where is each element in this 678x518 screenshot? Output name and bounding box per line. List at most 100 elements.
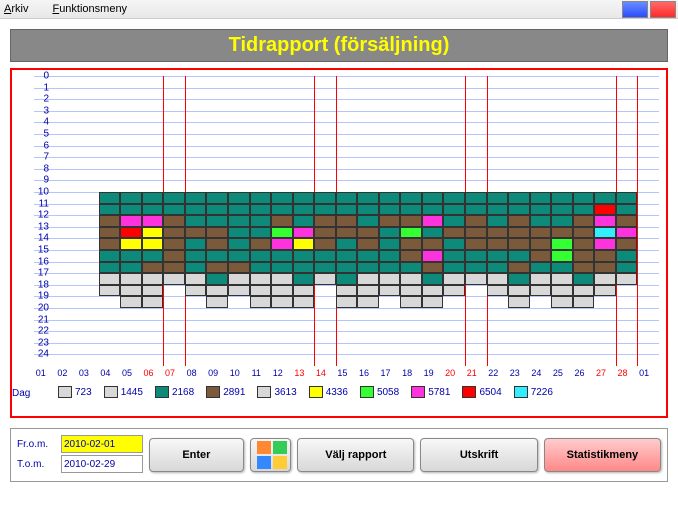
heatmap-cell xyxy=(206,192,228,204)
heatmap-cell xyxy=(594,273,616,285)
legend-swatch xyxy=(309,386,323,398)
heatmap-cell xyxy=(163,204,185,216)
x-tick: 15 xyxy=(332,368,354,378)
heatmap-cell xyxy=(293,227,315,239)
heatmap-cell xyxy=(508,192,530,204)
y-tick: 18 xyxy=(31,279,49,290)
heatmap-cell xyxy=(508,238,530,250)
heatmap-cell xyxy=(422,215,444,227)
heatmap-cell xyxy=(142,204,164,216)
y-tick: 9 xyxy=(31,175,49,186)
y-tick: 8 xyxy=(31,163,49,174)
heatmap-cell xyxy=(530,192,552,204)
utskrift-button[interactable]: Utskrift xyxy=(420,438,537,472)
heatmap-cell xyxy=(271,262,293,274)
heatmap-cell xyxy=(142,285,164,297)
x-tick: 06 xyxy=(138,368,160,378)
heatmap-cell xyxy=(465,262,487,274)
x-axis-labels: 0102030405060708091011121314151617181920… xyxy=(30,368,655,378)
heatmap-cell xyxy=(573,227,595,239)
enter-button[interactable]: Enter xyxy=(149,438,244,472)
heatmap-cell xyxy=(314,227,336,239)
heatmap-cell xyxy=(228,285,250,297)
heatmap-cell xyxy=(206,262,228,274)
x-tick: 09 xyxy=(202,368,224,378)
heatmap-cell xyxy=(530,204,552,216)
heatmap-cell xyxy=(357,296,379,308)
menubar: Arkiv Funktionsmeny xyxy=(0,0,678,19)
heatmap-cell xyxy=(379,273,401,285)
heatmap-cell xyxy=(293,262,315,274)
heatmap-cell xyxy=(142,192,164,204)
logo-button[interactable] xyxy=(250,438,291,472)
y-tick: 24 xyxy=(31,349,49,360)
heatmap-cell xyxy=(379,192,401,204)
heatmap-cell xyxy=(250,215,272,227)
heatmap-cell xyxy=(142,262,164,274)
y-tick: 22 xyxy=(31,326,49,337)
heatmap-cell xyxy=(120,285,142,297)
heatmap-cell xyxy=(379,250,401,262)
y-tick: 21 xyxy=(31,314,49,325)
legend-item: 6504 xyxy=(462,386,501,398)
legend-item: 2168 xyxy=(155,386,194,398)
heatmap-cell xyxy=(314,273,336,285)
heatmap-cell xyxy=(573,204,595,216)
heatmap-cell xyxy=(250,250,272,262)
x-tick: 13 xyxy=(289,368,311,378)
y-tick: 7 xyxy=(31,152,49,163)
heatmap-cell xyxy=(206,273,228,285)
heatmap-cell xyxy=(400,204,422,216)
heatmap-cell xyxy=(465,238,487,250)
x-tick: 10 xyxy=(224,368,246,378)
heatmap-cell xyxy=(443,227,465,239)
y-tick: 19 xyxy=(31,291,49,302)
legend-swatch xyxy=(257,386,271,398)
close-button[interactable] xyxy=(650,1,676,18)
heatmap-cell xyxy=(508,296,530,308)
to-label: T.o.m. xyxy=(17,459,61,470)
heatmap-cell xyxy=(487,262,509,274)
heatmap-cell xyxy=(99,215,121,227)
heatmap-cell xyxy=(271,250,293,262)
heatmap-cell xyxy=(271,204,293,216)
heatmap-cell xyxy=(142,238,164,250)
heatmap-cell xyxy=(271,215,293,227)
heatmap-cell xyxy=(314,262,336,274)
heatmap-cell xyxy=(120,250,142,262)
heatmap-cell xyxy=(379,238,401,250)
legend-label: 723 xyxy=(75,387,92,398)
x-tick: 19 xyxy=(418,368,440,378)
menu-funktionsmeny[interactable]: Funktionsmeny xyxy=(52,3,139,15)
heatmap-cell xyxy=(314,204,336,216)
heatmap-cell xyxy=(573,215,595,227)
heatmap-cell xyxy=(250,273,272,285)
y-tick: 0 xyxy=(31,71,49,82)
y-tick: 17 xyxy=(31,268,49,279)
heatmap-cell xyxy=(293,215,315,227)
heatmap-cell xyxy=(530,262,552,274)
legend-label: 2891 xyxy=(223,387,245,398)
heatmap-cell xyxy=(616,192,638,204)
heatmap-cell xyxy=(530,250,552,262)
heatmap-cell xyxy=(400,238,422,250)
heatmap-cell xyxy=(185,204,207,216)
to-date-input[interactable] xyxy=(61,455,143,473)
legend-swatch xyxy=(58,386,72,398)
legend-label: 2168 xyxy=(172,387,194,398)
heatmap-cell xyxy=(271,296,293,308)
valj-rapport-button[interactable]: Välj rapport xyxy=(297,438,414,472)
heatmap-cell xyxy=(357,285,379,297)
heatmap-cell xyxy=(250,192,272,204)
statistikmeny-button[interactable]: Statistikmeny xyxy=(544,438,661,472)
legend: 723144521682891361343365058578165047226 xyxy=(58,386,658,398)
menu-arkiv[interactable]: Arkiv xyxy=(4,3,40,15)
from-date-input[interactable] xyxy=(61,435,143,453)
heatmap-cell xyxy=(271,238,293,250)
heatmap-cell xyxy=(400,250,422,262)
heatmap-cell xyxy=(99,262,121,274)
minimize-button[interactable] xyxy=(622,1,648,18)
heatmap-cell xyxy=(422,296,444,308)
heatmap-cell xyxy=(120,296,142,308)
legend-swatch xyxy=(514,386,528,398)
